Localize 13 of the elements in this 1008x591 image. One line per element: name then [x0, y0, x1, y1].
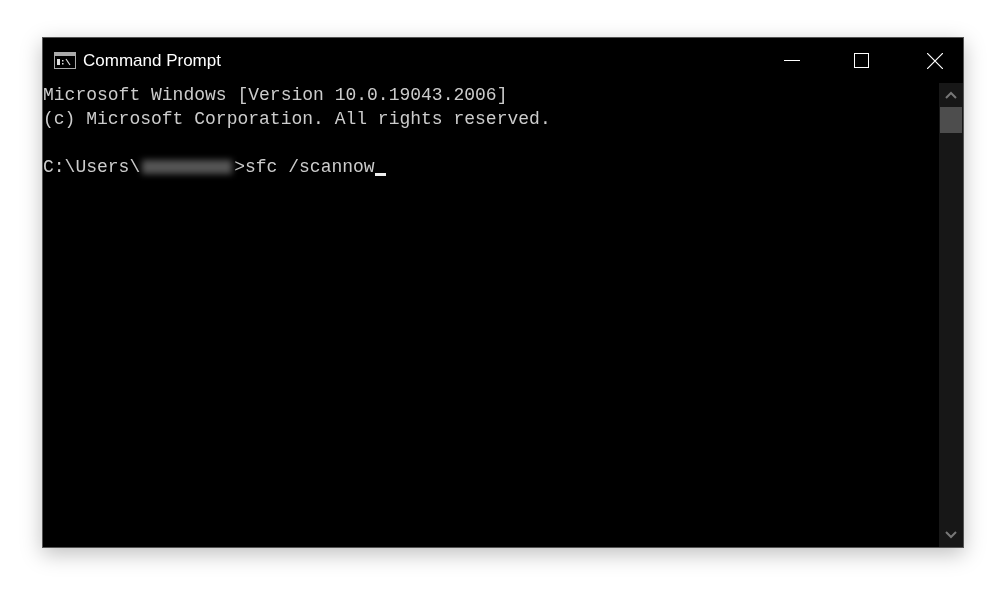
command-text: >sfc /scannow [234, 156, 375, 179]
console-output-line: (c) Microsoft Corporation. All rights reserved. [43, 108, 551, 131]
window-title: Command Prompt [83, 49, 221, 72]
scroll-up-icon[interactable] [945, 91, 957, 99]
console-output-line: Microsoft Windows [Version 10.0.19043.2006] [43, 84, 508, 107]
scrollbar[interactable] [939, 83, 963, 547]
close-icon [927, 52, 943, 69]
prompt-path: C:\Users\ [43, 156, 141, 179]
terminal-icon [54, 52, 76, 69]
minimize-icon [784, 59, 800, 62]
maximize-icon [853, 53, 869, 68]
scroll-down-icon[interactable] [945, 531, 957, 539]
scrollbar-thumb[interactable] [940, 107, 962, 133]
